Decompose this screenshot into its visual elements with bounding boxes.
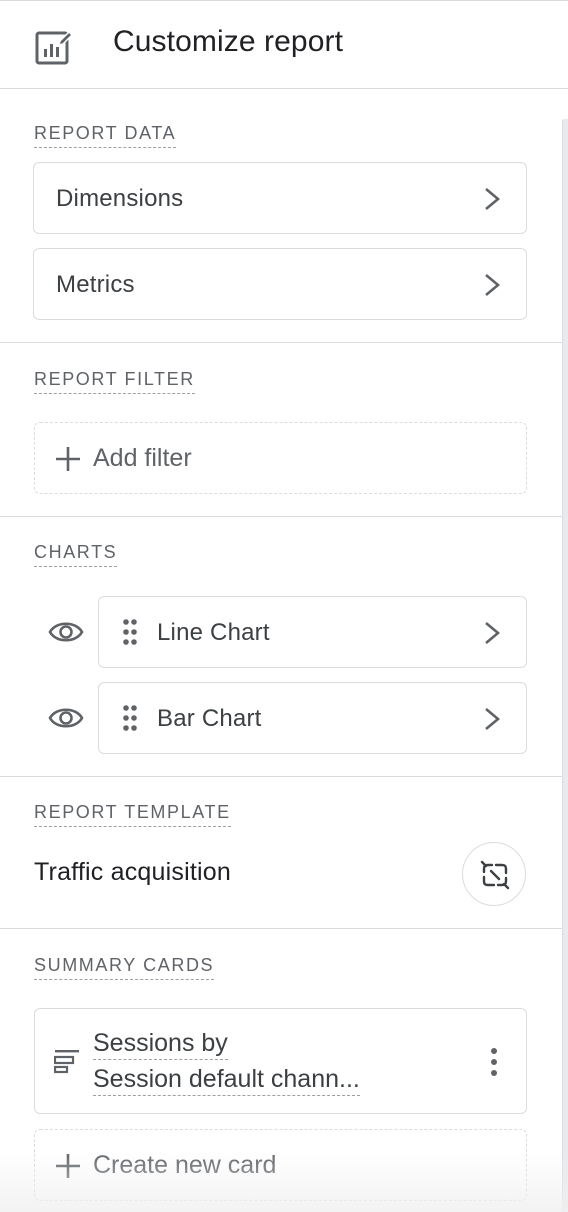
metrics-label: Metrics [56, 271, 135, 298]
chevron-right-icon [485, 708, 501, 730]
chevron-right-icon [485, 188, 501, 210]
plus-icon [56, 447, 80, 471]
bar-chart-label: Bar Chart [157, 705, 262, 732]
summary-card-title-line2[interactable]: Session default chann... [93, 1064, 360, 1096]
page-title: Customize report [113, 25, 344, 58]
chart-item-bar-chart[interactable]: Bar Chart [98, 682, 527, 754]
section-divider [0, 516, 562, 517]
section-label-report-template[interactable]: REPORT TEMPLATE [34, 800, 231, 827]
section-label-summary-cards[interactable]: SUMMARY CARDS [34, 953, 215, 980]
drag-handle-icon[interactable] [123, 619, 137, 645]
chevron-right-icon [485, 274, 501, 296]
line-chart-label: Line Chart [157, 619, 270, 646]
chevron-right-icon [485, 622, 501, 644]
more-options-icon[interactable] [488, 1047, 500, 1077]
section-label-charts[interactable]: CHARTS [34, 540, 118, 567]
section-divider [0, 776, 562, 777]
visibility-eye-icon[interactable] [48, 704, 84, 732]
plus-icon [56, 1154, 80, 1178]
visibility-eye-icon[interactable] [48, 618, 84, 646]
summary-card[interactable]: Sessions by Session default chann... [34, 1008, 527, 1114]
summary-card-icon [54, 1050, 79, 1074]
section-divider [0, 928, 562, 929]
template-name: Traffic acquisition [34, 858, 231, 886]
section-divider [0, 342, 562, 343]
drag-handle-icon[interactable] [123, 705, 137, 731]
metrics-button[interactable]: Metrics [33, 248, 527, 320]
create-new-card-label: Create new card [93, 1151, 277, 1179]
unlink-icon [480, 860, 510, 890]
chart-item-line-chart[interactable]: Line Chart [98, 596, 527, 668]
add-filter-label: Add filter [93, 444, 192, 472]
scrollbar[interactable] [562, 119, 568, 1212]
create-new-card-button[interactable]: Create new card [34, 1129, 527, 1201]
customize-report-panel: Customize report REPORT DATA Dimensions … [0, 0, 568, 1212]
dimensions-label: Dimensions [56, 185, 184, 212]
section-label-report-data[interactable]: REPORT DATA [34, 121, 177, 148]
add-filter-button[interactable]: Add filter [34, 422, 527, 494]
summary-card-title-line1[interactable]: Sessions by [93, 1028, 228, 1060]
unlink-template-button[interactable] [462, 842, 526, 906]
report-edit-icon [35, 30, 74, 65]
panel-header: Customize report [0, 1, 568, 89]
section-label-report-filter[interactable]: REPORT FILTER [34, 367, 195, 394]
dimensions-button[interactable]: Dimensions [33, 162, 527, 234]
